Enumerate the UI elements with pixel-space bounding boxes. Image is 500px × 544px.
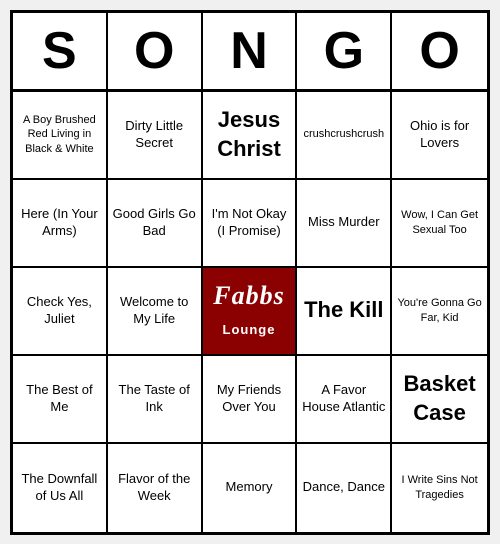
bingo-cell-0: A Boy Brushed Red Living in Black & Whit… [13, 92, 108, 180]
bingo-header: SONGO [13, 13, 487, 92]
bingo-cell-17: My Friends Over You [203, 356, 298, 444]
bingo-letter-o: O [392, 13, 487, 89]
bingo-cell-12: FabbsLounge [203, 268, 298, 356]
bingo-cell-13: The Kill [297, 268, 392, 356]
bingo-letter-g: G [297, 13, 392, 89]
bingo-cell-21: Flavor of the Week [108, 444, 203, 532]
bingo-cell-1: Dirty Little Secret [108, 92, 203, 180]
bingo-cell-4: Ohio is for Lovers [392, 92, 487, 180]
bingo-cell-11: Welcome to My Life [108, 268, 203, 356]
bingo-letter-n: N [203, 13, 298, 89]
bingo-cell-22: Memory [203, 444, 298, 532]
bingo-cell-24: I Write Sins Not Tragedies [392, 444, 487, 532]
bingo-cell-2: Jesus Christ [203, 92, 298, 180]
bingo-card: SONGO A Boy Brushed Red Living in Black … [10, 10, 490, 535]
bingo-cell-14: You're Gonna Go Far, Kid [392, 268, 487, 356]
bingo-cell-16: The Taste of Ink [108, 356, 203, 444]
bingo-cell-8: Miss Murder [297, 180, 392, 268]
bingo-cell-18: A Favor House Atlantic [297, 356, 392, 444]
bingo-cell-7: I'm Not Okay (I Promise) [203, 180, 298, 268]
bingo-letter-s: S [13, 13, 108, 89]
bingo-cell-10: Check Yes, Juliet [13, 268, 108, 356]
bingo-cell-3: crushcrushcrush [297, 92, 392, 180]
bingo-letter-o: O [108, 13, 203, 89]
bingo-cell-23: Dance, Dance [297, 444, 392, 532]
bingo-cell-5: Here (In Your Arms) [13, 180, 108, 268]
bingo-cell-9: Wow, I Can Get Sexual Too [392, 180, 487, 268]
bingo-cell-20: The Downfall of Us All [13, 444, 108, 532]
bingo-cell-19: Basket Case [392, 356, 487, 444]
bingo-cell-15: The Best of Me [13, 356, 108, 444]
bingo-grid: A Boy Brushed Red Living in Black & Whit… [13, 92, 487, 532]
bingo-cell-6: Good Girls Go Bad [108, 180, 203, 268]
